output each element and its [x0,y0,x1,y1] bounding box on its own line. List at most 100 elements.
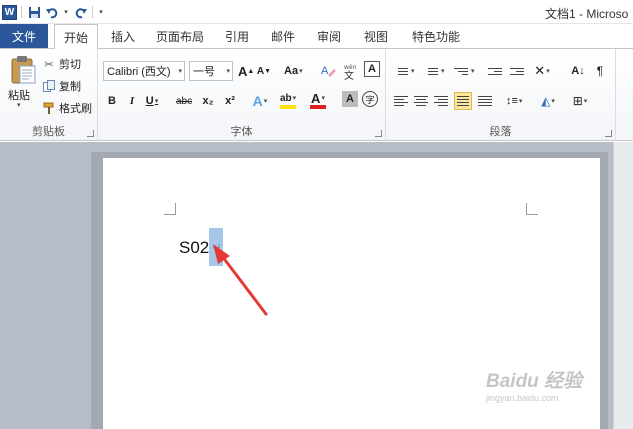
baidu-watermark: Baidu 经验 jingyan.baidu.com [486,366,606,416]
svg-text:A: A [321,65,329,77]
align-center-icon[interactable] [412,92,430,110]
tab-page-layout[interactable]: 页面布局 [150,24,210,48]
undo-icon[interactable] [44,4,60,20]
underline-icon: U [145,95,154,107]
margin-corner-top-left [164,203,176,215]
tab-view[interactable]: 视图 [356,24,396,48]
font-color-icon: A [311,90,321,106]
chevron-down-icon[interactable]: ▾ [441,67,445,75]
window-title: 文档1 - Microso [545,7,629,21]
change-case-button[interactable]: Aa ▾ [284,61,303,81]
bold-icon: B [108,95,116,107]
bullets-icon[interactable] [392,62,410,80]
sort-icon[interactable]: A↓ [570,61,586,81]
text-effect-button[interactable]: A ▾ [252,91,268,111]
tab-review[interactable]: 审阅 [310,24,348,48]
distributed-icon[interactable] [476,92,494,110]
font-group-label: 字体 [230,126,253,138]
vertical-scrollbar[interactable] [613,142,633,429]
undo-dropdown-icon[interactable]: ▾ [62,8,70,16]
increase-indent-icon[interactable] [508,62,526,80]
tab-file[interactable]: 文件 [0,24,48,48]
character-border-button[interactable]: A [364,61,380,77]
chevron-down-icon: ▾ [226,68,230,75]
svg-text:wén: wén [344,64,357,71]
justify-icon[interactable] [454,92,472,110]
character-border-icon: A [368,63,376,75]
multilevel-list-icon[interactable] [452,62,470,80]
clipboard-group: 粘贴 ▾ ✂ 剪切 复制 格式刷 剪贴板 [0,49,98,141]
tab-special-features[interactable]: 特色功能 [404,24,468,48]
paragraph-mark-icon: ↵ [212,241,222,254]
numbering-icon[interactable] [422,62,440,80]
paragraph-launcher-icon[interactable] [605,130,612,137]
highlight-button[interactable]: ab ▾ [280,91,297,109]
phonetic-guide-button[interactable]: wén 文 [342,61,360,81]
paste-dropdown-icon[interactable]: ▾ [17,101,21,109]
copy-icon [42,79,56,93]
clipboard-launcher-icon[interactable] [87,130,94,137]
strikethrough-button[interactable]: abc [176,91,192,111]
save-icon[interactable] [26,4,42,20]
paste-icon[interactable] [9,55,37,85]
copy-button[interactable]: 复制 [42,77,81,95]
scissors-icon: ✂ [44,58,54,71]
document-text-content: S02 [179,238,210,257]
font-size-value: 一号 [193,66,215,78]
grow-font-button[interactable]: A ▲ [238,61,254,81]
borders-icon[interactable]: ⊞ ▾ [572,91,588,111]
shading-icon[interactable]: ◭ ▾ [540,91,556,111]
decrease-indent-icon[interactable] [486,62,504,80]
shrink-font-button[interactable]: A ▼ [256,61,272,81]
align-right-icon[interactable] [432,92,450,110]
cut-button[interactable]: ✂ 剪切 [42,55,81,73]
tab-home[interactable]: 开始 [54,24,98,49]
tab-references[interactable]: 引用 [218,24,256,48]
enclose-characters-icon: 字 [365,94,375,105]
subscript-button[interactable]: x₂ [200,91,216,111]
svg-text:文: 文 [344,69,354,80]
qat-divider [21,6,22,18]
chinese-layout-icon[interactable]: ✕ ▾ [534,61,550,81]
strikethrough-icon: abc [176,95,193,107]
show-paragraph-marks-icon[interactable]: ¶ [592,61,608,81]
grow-font-icon: A [238,63,248,79]
font-color-button[interactable]: A ▾ [310,91,326,109]
align-left-icon[interactable] [392,92,410,110]
tab-insert[interactable]: 插入 [104,24,142,48]
watermark-main: Baidu 经验 [486,371,583,392]
font-size-select[interactable]: 一号 ▾ [189,61,233,81]
redo-icon[interactable] [72,4,88,20]
title-bar: W ▾ ▾ 文档1 - Microso [0,0,633,24]
customize-qat-icon[interactable]: ▾ [97,8,105,16]
format-painter-button[interactable]: 格式刷 [42,99,92,117]
word-logo-icon[interactable]: W [2,4,17,20]
clear-format-icon: A [321,65,336,77]
line-spacing-icon[interactable]: ↕≡ ▾ [506,91,522,111]
shrink-font-icon: A [256,65,265,77]
ribbon: 粘贴 ▾ ✂ 剪切 复制 格式刷 剪贴板 Calibri (西文) ▾ 一号 ▾… [0,48,633,141]
clear-format-button[interactable]: A [320,61,336,81]
enclose-characters-button[interactable]: 字 [362,91,378,107]
highlighter-icon: ab [280,92,292,104]
qat-divider [92,6,93,18]
chevron-down-icon: ▾ [178,68,182,75]
format-painter-icon [42,101,56,115]
paragraph-group: ▾ ▾ ▾ ✕ ▾ A↓ ¶ ↕≡ ▾ ◭ ▾ ⊞ ▾ 段落 [386,49,616,141]
bold-button[interactable]: B [104,91,120,111]
cut-label: 剪切 [59,59,81,71]
character-shading-button[interactable]: A [342,91,358,107]
quick-access-toolbar: W ▾ ▾ [2,3,105,21]
font-launcher-icon[interactable] [375,130,382,137]
chevron-down-icon[interactable]: ▾ [471,67,475,75]
tab-mailings[interactable]: 邮件 [264,24,302,48]
clipboard-group-label: 剪贴板 [32,126,65,138]
font-name-select[interactable]: Calibri (西文) ▾ [103,61,185,81]
superscript-button[interactable]: x² [222,91,238,111]
chevron-down-icon[interactable]: ▾ [411,67,415,75]
subscript-icon: x₂ [202,95,214,107]
italic-button[interactable]: I [124,91,140,111]
underline-button[interactable]: U ▾ [144,91,160,111]
font-name-value: Calibri (西文) [107,66,171,78]
document-text[interactable]: S02 ↵ [179,228,224,266]
